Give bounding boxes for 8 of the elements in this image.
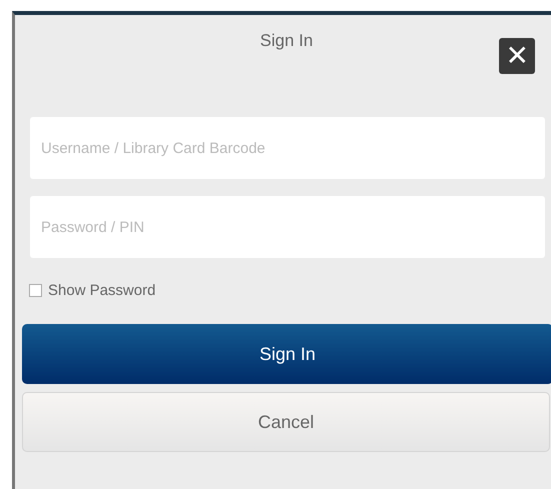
- show-password-checkbox[interactable]: [29, 284, 42, 296]
- show-password-label: Show Password: [48, 282, 156, 298]
- close-button[interactable]: ✕: [499, 38, 535, 74]
- sign-in-button[interactable]: Sign In: [22, 324, 551, 384]
- input-field[interactable]: Username / Library Card Barcode: [30, 117, 545, 179]
- dialog-title: Sign In: [259, 31, 314, 51]
- input-field[interactable]: Password / PIN: [30, 196, 545, 258]
- cancel-button[interactable]: Cancel: [22, 392, 550, 452]
